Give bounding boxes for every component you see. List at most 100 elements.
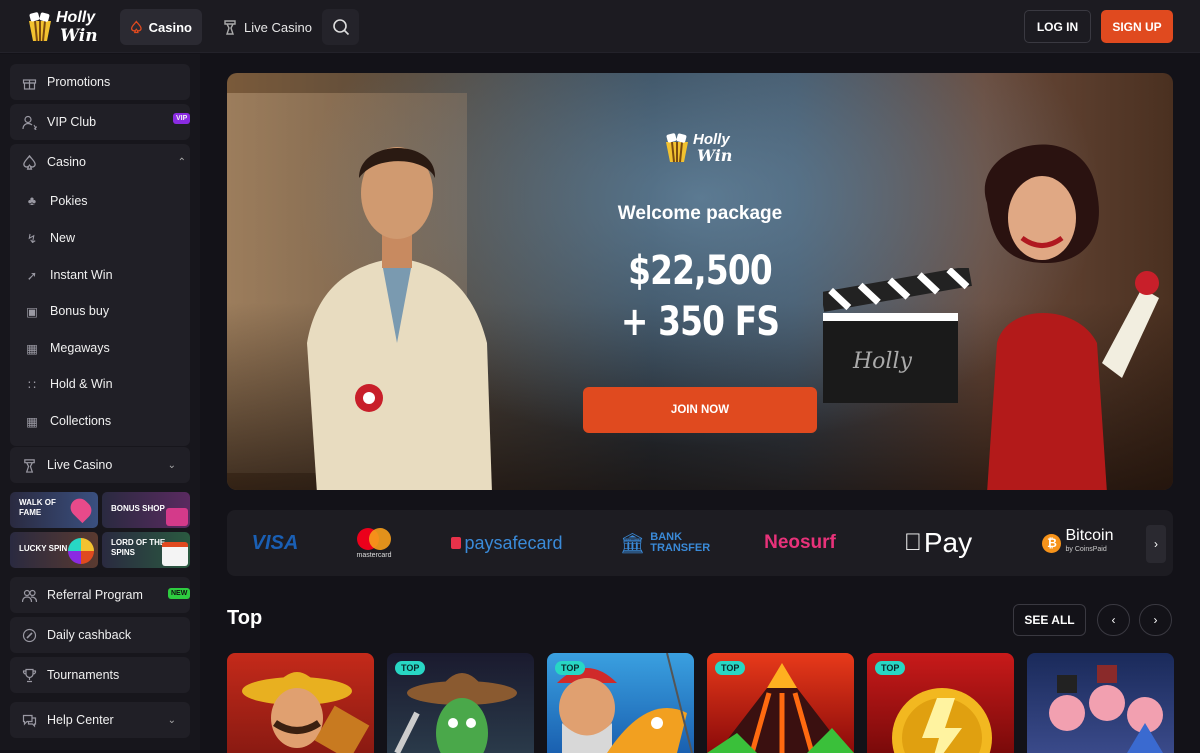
coinspaid-label: by CoinsPaid bbox=[1065, 546, 1107, 553]
sidebar-item-help-center[interactable]: Help Center ⌄ bbox=[10, 702, 190, 738]
mastercard-circles-icon bbox=[357, 527, 391, 550]
sidebar-item-label: Help Center bbox=[47, 713, 114, 727]
sidebar-casino-group: Casino ⌃ ♣ Pokies ↯ New ➚ Instant Win ▣ … bbox=[10, 144, 190, 446]
chevron-down-icon: ⌄ bbox=[167, 459, 176, 471]
brand-line1: Holly bbox=[56, 9, 96, 26]
mastercard-logo: mastercard bbox=[347, 510, 401, 576]
sidebar-item-label: Daily cashback bbox=[47, 628, 132, 642]
prev-arrow-button[interactable]: ‹ bbox=[1097, 604, 1130, 636]
sidebar-item-label: Live Casino bbox=[47, 458, 113, 472]
nav-live-casino-label: Live Casino bbox=[244, 19, 312, 35]
popcorn-cup-icon bbox=[666, 133, 688, 163]
top-badge: TOP bbox=[715, 661, 746, 675]
game-pigs-thumbnail bbox=[1049, 665, 1163, 753]
banner-logo-line2: Win bbox=[697, 146, 733, 165]
tile-lucky-spin[interactable]: LUCKY SPIN bbox=[10, 532, 98, 568]
sidebar-subitem-megaways[interactable]: ▦ Megaways bbox=[24, 333, 190, 363]
banner-logo: Holly Win bbox=[663, 129, 743, 169]
top-badge: TOP bbox=[395, 661, 426, 675]
nav-casino[interactable]: Casino bbox=[120, 9, 202, 45]
spade-icon bbox=[130, 20, 142, 34]
game-card[interactable]: TOP bbox=[707, 653, 854, 753]
sidebar-item-label: VIP Club bbox=[47, 115, 97, 129]
neosurf-logo: Neosurf bbox=[759, 510, 841, 576]
calendar-icon bbox=[162, 542, 188, 566]
sidebar-item-daily-cashback[interactable]: Daily cashback bbox=[10, 617, 190, 653]
top-badge: TOP bbox=[875, 661, 906, 675]
sidebar-subitem-label: Collections bbox=[50, 414, 112, 428]
welcome-banner[interactable]: Holly Holly Win Welcome package $22,500 … bbox=[227, 73, 1173, 490]
game-card[interactable]: TOP bbox=[547, 653, 694, 753]
next-arrow-button[interactable]: › bbox=[1139, 604, 1172, 636]
sidebar-subitem-instant-win[interactable]: ➚ Instant Win bbox=[24, 260, 190, 290]
megaways-icon: ▦ bbox=[26, 341, 38, 356]
visa-logo: VISA bbox=[245, 510, 305, 576]
game-mariachi-thumbnail bbox=[242, 672, 370, 753]
lock-icon bbox=[451, 537, 462, 549]
sidebar: Promotions VIP Club VIP Casino ⌃ ♣ Pokie… bbox=[0, 54, 200, 750]
map-pin-icon bbox=[66, 494, 96, 524]
game-card[interactable] bbox=[1027, 653, 1174, 753]
sidebar-subitem-new[interactable]: ↯ New bbox=[24, 223, 190, 253]
sidebar-item-label: Referral Program bbox=[47, 588, 143, 602]
sidebar-subitem-pokies[interactable]: ♣ Pokies bbox=[24, 186, 190, 216]
see-all-button[interactable]: SEE ALL bbox=[1013, 604, 1086, 636]
brand-logo[interactable]: Holly Win bbox=[26, 8, 102, 46]
signup-button[interactable]: SIGN UP bbox=[1101, 10, 1173, 43]
neosurf-label: Neosurf bbox=[764, 532, 836, 553]
payment-methods-bar: VISA mastercard paysafecard 🏛 BANK TRANS… bbox=[227, 510, 1173, 576]
top-badge: TOP bbox=[555, 661, 586, 675]
sidebar-item-label: Tournaments bbox=[47, 668, 120, 682]
join-now-button[interactable]: JOIN NOW bbox=[583, 387, 817, 433]
brand-line2: Win bbox=[60, 26, 98, 46]
gift-icon: ▣ bbox=[26, 304, 38, 319]
vip-badge: VIP bbox=[173, 113, 191, 124]
sidebar-subitem-label: New bbox=[50, 231, 76, 245]
paysafecard-label: paysafecard bbox=[464, 532, 563, 553]
sidebar-subitem-hold-win[interactable]: ∷ Hold & Win bbox=[24, 369, 190, 399]
sidebar-item-vip-club[interactable]: VIP Club VIP bbox=[10, 104, 191, 140]
search-button[interactable] bbox=[322, 9, 359, 45]
sidebar-subitem-label: Bonus buy bbox=[50, 304, 110, 318]
nav-casino-label: Casino bbox=[148, 19, 192, 35]
chevron-up-icon: ⌃ bbox=[177, 156, 186, 168]
tile-label: WALK OF FAME bbox=[19, 498, 56, 517]
bitcoin-icon: ₿ bbox=[1042, 533, 1062, 553]
sidebar-item-casino[interactable]: Casino ⌃ bbox=[21, 147, 187, 177]
bolt-icon: ↯ bbox=[26, 231, 38, 246]
game-card[interactable]: TOP bbox=[387, 653, 534, 753]
cashback-icon bbox=[21, 627, 37, 643]
bank-icon: 🏛 bbox=[619, 532, 646, 555]
game-card[interactable] bbox=[227, 653, 374, 753]
section-title-top: Top bbox=[227, 607, 263, 629]
sidebar-item-label: Promotions bbox=[47, 75, 111, 89]
user-star-icon bbox=[21, 114, 37, 130]
game-card[interactable]: TOP bbox=[867, 653, 1014, 753]
sidebar-item-promotions[interactable]: Promotions bbox=[10, 64, 190, 100]
rocket-icon: ➚ bbox=[26, 268, 38, 283]
tile-label: LORD OF THE SPINS bbox=[111, 538, 166, 557]
sidebar-subitem-bonus-buy[interactable]: ▣ Bonus buy bbox=[24, 296, 190, 326]
bitcoin-label: Bitcoin bbox=[1065, 527, 1114, 544]
sidebar-item-tournaments[interactable]: Tournaments bbox=[10, 657, 190, 693]
tile-walk-of-fame[interactable]: WALK OF FAME bbox=[10, 492, 98, 528]
dealer-icon bbox=[21, 457, 37, 473]
login-button[interactable]: LOG IN bbox=[1024, 10, 1091, 43]
banner-free-spins: + 350 FS bbox=[620, 299, 780, 345]
users-icon bbox=[21, 587, 37, 603]
nav-live-casino[interactable]: Live Casino bbox=[212, 9, 322, 45]
chevron-down-icon: ⌄ bbox=[167, 714, 176, 726]
chevron-right-icon[interactable]: › bbox=[1146, 525, 1166, 563]
tile-bonus-shop[interactable]: BONUS SHOP bbox=[102, 492, 190, 528]
sidebar-item-referral[interactable]: Referral Program NEW bbox=[10, 577, 191, 613]
apple-pay-logo:  Pay bbox=[897, 510, 979, 576]
sidebar-subitem-collections[interactable]: ▦ Collections bbox=[24, 406, 190, 436]
sidebar-item-live-casino[interactable]: Live Casino ⌄ bbox=[10, 447, 190, 483]
banner-title: Welcome package bbox=[617, 203, 783, 224]
search-icon bbox=[332, 19, 349, 36]
banner-amount: $22,500 bbox=[628, 248, 772, 294]
apple-pay-label: Pay bbox=[914, 527, 972, 558]
shopping-bag-icon bbox=[166, 508, 188, 526]
tile-lord-of-spins[interactable]: LORD OF THE SPINS bbox=[102, 532, 190, 568]
new-badge: NEW bbox=[168, 588, 191, 599]
